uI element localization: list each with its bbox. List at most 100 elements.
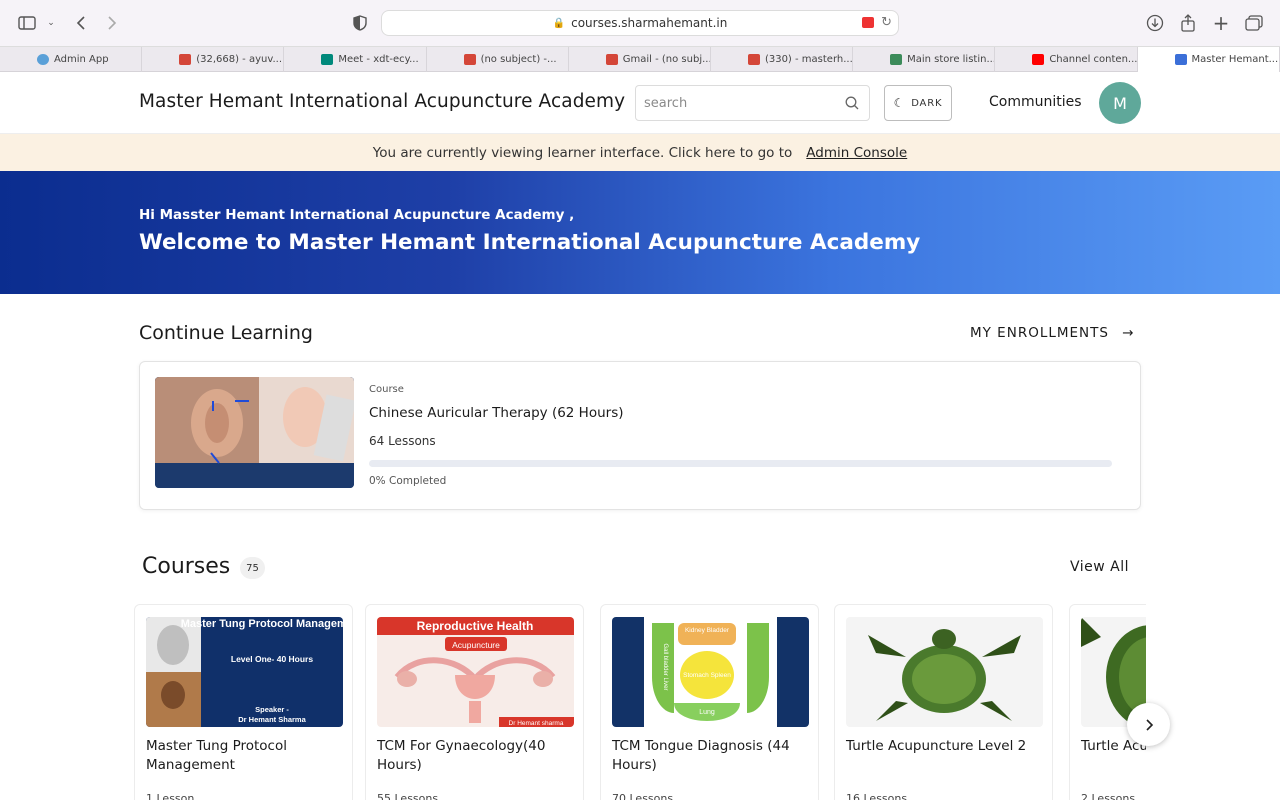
avatar[interactable]: M xyxy=(1099,82,1141,124)
gmail-icon xyxy=(747,54,760,65)
sidebar-toggle-icon[interactable] xyxy=(16,12,38,34)
my-enrollments-label: MY ENROLLMENTS xyxy=(970,325,1109,341)
tab-label: Meet - xdt-ecy... xyxy=(338,54,419,65)
browser-tabs: Admin App (32,668) - ayuv... Meet - xdt-… xyxy=(0,46,1280,72)
new-tab-icon[interactable]: + xyxy=(1210,11,1232,35)
course-lessons: 2 Lessons xyxy=(1081,792,1136,800)
course-card[interactable]: Master Tung Protocol Management Level On… xyxy=(134,604,353,800)
courses-title: Courses xyxy=(142,554,231,579)
communities-link[interactable]: Communities xyxy=(989,94,1082,110)
reload-icon[interactable]: ↻ xyxy=(881,15,892,30)
forward-icon[interactable] xyxy=(101,12,123,34)
welcome-heading: Welcome to Master Hemant International A… xyxy=(139,230,921,255)
youtube-icon xyxy=(1032,54,1045,65)
tab-label: Admin App xyxy=(54,54,109,65)
img-text: Kidney Bladder xyxy=(685,627,730,634)
greeting-text: Hi Masster Hemant International Acupunct… xyxy=(139,207,575,223)
admin-banner: You are currently viewing learner interf… xyxy=(0,134,1280,171)
course-card[interactable]: Reproductive Health Acupuncture Dr Heman… xyxy=(365,604,584,800)
chevron-right-icon xyxy=(1145,718,1153,731)
search-input[interactable] xyxy=(644,95,834,111)
continue-learning-title: Continue Learning xyxy=(139,322,313,344)
search-icon[interactable] xyxy=(845,96,859,110)
course-title[interactable]: Chinese Auricular Therapy (62 Hours) xyxy=(369,405,624,421)
gmail-icon xyxy=(463,54,476,65)
continue-course-card[interactable]: Course Chinese Auricular Therapy (62 Hou… xyxy=(139,361,1141,510)
site-header: Master Hemant International Acupuncture … xyxy=(0,72,1280,134)
tab-label: Channel conten... xyxy=(1049,54,1138,65)
dark-mode-label: DARK xyxy=(911,97,943,109)
course-kind: Course xyxy=(369,384,404,395)
browser-tab[interactable]: Channel conten... xyxy=(995,47,1138,72)
img-text: Acupuncture xyxy=(452,640,500,650)
tab-overview-icon[interactable] xyxy=(1243,12,1265,34)
course-lessons: 64 Lessons xyxy=(369,434,436,448)
screen-record-icon[interactable] xyxy=(862,17,874,28)
tab-label: (330) - masterh... xyxy=(764,54,853,65)
course-title[interactable]: Master Tung Protocol Management xyxy=(146,737,346,775)
browser-tab[interactable]: Gmail - (no subj... xyxy=(569,47,711,72)
course-lessons: 16 Lessons xyxy=(846,792,908,800)
course-image: Reproductive Health Acupuncture Dr Heman… xyxy=(377,617,574,727)
admin-console-link[interactable]: Admin Console xyxy=(806,145,907,161)
tab-label: Gmail - (no subj... xyxy=(622,54,711,65)
site-title[interactable]: Master Hemant International Acupuncture … xyxy=(139,91,625,112)
address-bar[interactable]: 🔒 courses.sharmahemant.in ↻ xyxy=(381,10,899,36)
gmail-icon xyxy=(605,54,618,65)
img-text: Reproductive Health xyxy=(417,619,534,633)
tab-label: (no subject) -... xyxy=(480,54,557,65)
download-icon[interactable] xyxy=(1144,12,1166,34)
arrow-right-icon: → xyxy=(1122,325,1135,341)
tab-label: Main store listin... xyxy=(907,54,996,65)
browser-tab[interactable]: Main store listin... xyxy=(853,47,996,72)
img-text: Level One- 40 Hours xyxy=(231,654,313,664)
site-icon xyxy=(1174,54,1187,65)
course-lessons: 70 Lessons xyxy=(612,792,674,800)
img-text: Dr Hemant sharma xyxy=(509,720,564,727)
courses-carousel: Master Tung Protocol Management Level On… xyxy=(134,604,1146,800)
course-thumbnail xyxy=(155,377,354,488)
carousel-next-button[interactable] xyxy=(1127,703,1170,746)
moon-icon: ☾ xyxy=(893,96,906,110)
browser-tab[interactable]: (330) - masterh... xyxy=(711,47,854,72)
gmail-icon xyxy=(179,54,192,65)
img-text: Speaker - xyxy=(255,705,289,714)
course-title[interactable]: TCM For Gynaecology(40 Hours) xyxy=(377,737,577,775)
browser-tab[interactable]: (no subject) -... xyxy=(427,47,569,72)
course-title[interactable]: TCM Tongue Diagnosis (44 Hours) xyxy=(612,737,812,775)
course-card[interactable]: Turtle Acupuncture Level 2 16 Lessons xyxy=(834,604,1053,800)
course-image xyxy=(846,617,1043,727)
lock-icon: 🔒 xyxy=(552,17,566,29)
dark-mode-button[interactable]: ☾ DARK xyxy=(884,85,952,121)
course-card[interactable]: Turtle Acupuncture level 1 2 Lessons xyxy=(1069,604,1146,800)
browser-tab[interactable]: (32,668) - ayuv... xyxy=(142,47,285,72)
course-progress-bar xyxy=(369,460,1112,467)
img-text: Dr Hemant Sharma xyxy=(238,715,306,724)
my-enrollments-link[interactable]: MY ENROLLMENTS → xyxy=(970,325,1135,341)
img-text: Lung xyxy=(699,709,715,716)
view-all-link[interactable]: View All xyxy=(1070,559,1129,575)
play-console-icon xyxy=(890,54,903,65)
browser-tab[interactable]: Admin App xyxy=(0,47,143,72)
privacy-shield-icon[interactable] xyxy=(349,12,371,34)
course-image: Kidney Bladder Stomach Spleen Lung Gall … xyxy=(612,617,809,727)
course-lessons: 55 Lessons xyxy=(377,792,439,800)
tab-label: (32,668) - ayuv... xyxy=(196,54,283,65)
browser-tab-active[interactable]: Master Hemant... xyxy=(1137,47,1280,72)
react-icon xyxy=(37,54,49,65)
course-image: Master Tung Protocol Management Level On… xyxy=(146,617,343,727)
browser-tab[interactable]: Meet - xdt-ecy... xyxy=(284,47,427,72)
course-completed: 0% Completed xyxy=(369,475,447,487)
url-text: courses.sharmahemant.in xyxy=(571,16,728,30)
course-title[interactable]: Turtle Acupuncture Level 2 xyxy=(846,737,1046,756)
course-card[interactable]: Kidney Bladder Stomach Spleen Lung Gall … xyxy=(600,604,819,800)
img-text: Stomach Spleen xyxy=(683,672,731,679)
course-lessons: 1 Lesson xyxy=(146,792,195,800)
search-box[interactable] xyxy=(635,85,870,121)
img-text: Gall bladder Liver xyxy=(662,643,668,690)
share-icon[interactable] xyxy=(1177,12,1199,34)
courses-count-badge: 75 xyxy=(240,557,265,579)
chevron-down-icon[interactable]: ⌄ xyxy=(40,12,62,34)
tab-label: Master Hemant... xyxy=(1191,54,1279,65)
back-icon[interactable] xyxy=(70,12,92,34)
